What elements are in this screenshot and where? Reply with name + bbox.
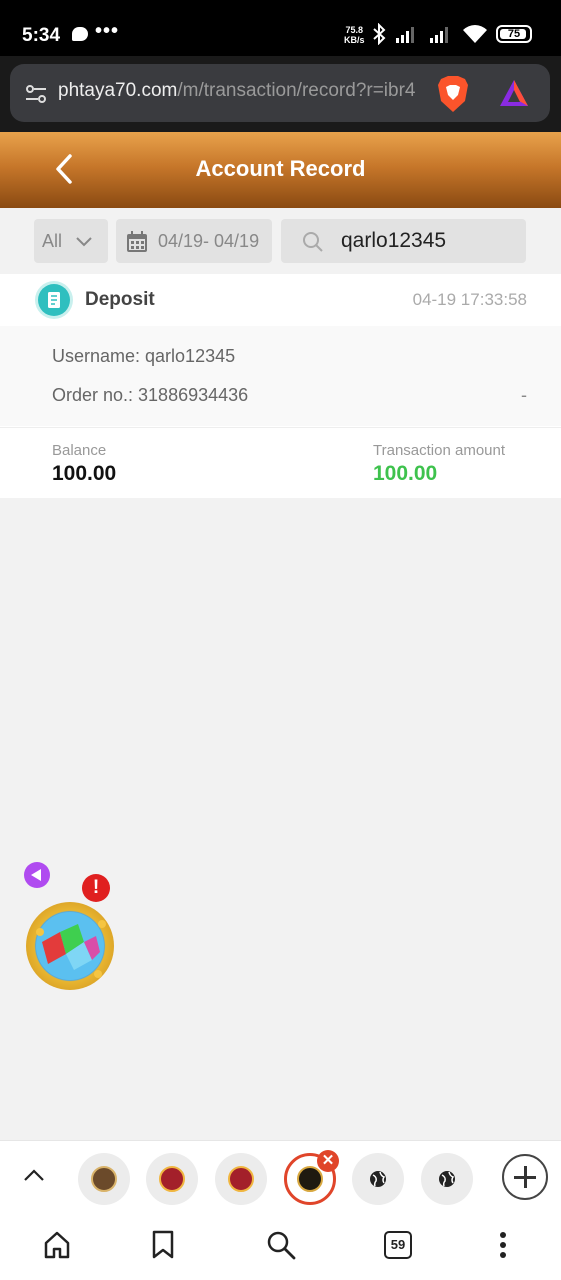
net-speed-unit: KB/s [344, 35, 365, 45]
url-path: /m/transaction/record?r=ibr4 [177, 80, 416, 101]
globe-icon [439, 1171, 455, 1187]
net-speed: 75.8 KB/s [344, 25, 365, 45]
battery-level: 75 [507, 28, 521, 40]
page-header: Account Record [0, 132, 561, 208]
site-favicon-icon [297, 1166, 323, 1192]
brave-rewards-icon[interactable] [498, 78, 530, 108]
date-range-picker[interactable]: 04/19- 04/19 [116, 219, 272, 263]
alert-badge: ! [82, 874, 110, 902]
transaction-amount-label: Transaction amount [373, 442, 506, 459]
type-filter-value: All [42, 231, 63, 251]
status-bar: 5:34 ••• 75.8 KB/s 75 [0, 0, 561, 56]
calendar-icon [127, 231, 147, 252]
floating-game-widget[interactable]: ! [22, 862, 117, 992]
transaction-record[interactable]: Deposit 04-19 17:33:58 Username: qarlo12… [0, 274, 561, 498]
status-time: 5:34 [22, 25, 61, 46]
balance-value: 100.00 [52, 462, 117, 485]
deposit-icon [38, 284, 70, 316]
record-timestamp: 04-19 17:33:58 [412, 290, 527, 309]
browser-toolbar: phtaya70.com/m/transaction/record?r=ibr4 [0, 56, 561, 132]
game-cube-icon[interactable] [26, 902, 114, 990]
tab-thumbnail[interactable] [215, 1153, 267, 1205]
more-menu-icon[interactable] [496, 1230, 510, 1260]
date-range-value: 04/19- 04/19 [158, 231, 260, 251]
tab-strip: ✕ [0, 1140, 561, 1212]
chevron-up-icon[interactable] [22, 1165, 46, 1185]
transaction-amount-value: 100.00 [373, 462, 438, 485]
wifi-icon [463, 25, 487, 43]
tab-count-button[interactable]: 59 [384, 1231, 412, 1259]
more-notifications-icon: ••• [95, 20, 120, 42]
site-favicon-icon [159, 1166, 185, 1192]
search-icon [303, 232, 323, 252]
type-filter-dropdown[interactable]: All [34, 219, 108, 263]
tab-thumbnail-active[interactable]: ✕ [284, 1150, 339, 1205]
search-icon[interactable] [266, 1230, 296, 1260]
bluetooth-icon [373, 23, 386, 45]
close-tab-button[interactable]: ✕ [317, 1150, 339, 1172]
tab-thumbnail[interactable] [78, 1153, 130, 1205]
new-tab-button[interactable] [502, 1154, 548, 1200]
tab-thumbnail[interactable] [146, 1153, 198, 1205]
record-username: Username: qarlo12345 [52, 346, 236, 366]
search-value: qarlo12345 [341, 229, 447, 252]
search-input[interactable]: qarlo12345 [281, 219, 526, 263]
home-icon[interactable] [43, 1230, 71, 1260]
site-favicon-icon [228, 1166, 254, 1192]
balance-label: Balance [52, 442, 107, 459]
record-order-extra: - [521, 385, 527, 405]
tab-thumbnail[interactable] [421, 1153, 473, 1205]
site-favicon-icon [91, 1166, 117, 1192]
battery-icon: 75 [496, 25, 532, 43]
net-speed-value: 75.8 [345, 25, 364, 35]
url-domain: phtaya70.com [58, 80, 178, 101]
record-order-number: Order no.: 31886934436 [52, 385, 249, 405]
record-details: Username: qarlo12345 Order no.: 31886934… [0, 326, 561, 426]
globe-icon [370, 1171, 386, 1187]
record-header: Deposit 04-19 17:33:58 [0, 274, 561, 326]
message-icon [72, 27, 88, 41]
filter-bar: All 04/19- 04/19 qarlo12345 [0, 208, 561, 274]
record-type: Deposit [85, 289, 155, 310]
signal-2-icon [430, 27, 448, 43]
browser-bottom-nav: 59 [0, 1212, 561, 1280]
page-title: Account Record [195, 156, 366, 181]
chevron-down-icon [76, 237, 92, 247]
collapse-widget-button[interactable] [24, 862, 50, 888]
bookmark-icon[interactable] [151, 1230, 175, 1260]
url-text[interactable]: phtaya70.com/m/transaction/record?r=ibr4 [58, 80, 428, 102]
address-bar[interactable]: phtaya70.com/m/transaction/record?r=ibr4 [10, 64, 550, 122]
record-amounts: Balance 100.00 Transaction amount 100.00 [0, 427, 561, 498]
signal-1-icon [396, 27, 414, 43]
site-settings-icon[interactable] [24, 82, 48, 106]
tab-thumbnail[interactable] [352, 1153, 404, 1205]
brave-shields-icon[interactable] [436, 75, 470, 113]
